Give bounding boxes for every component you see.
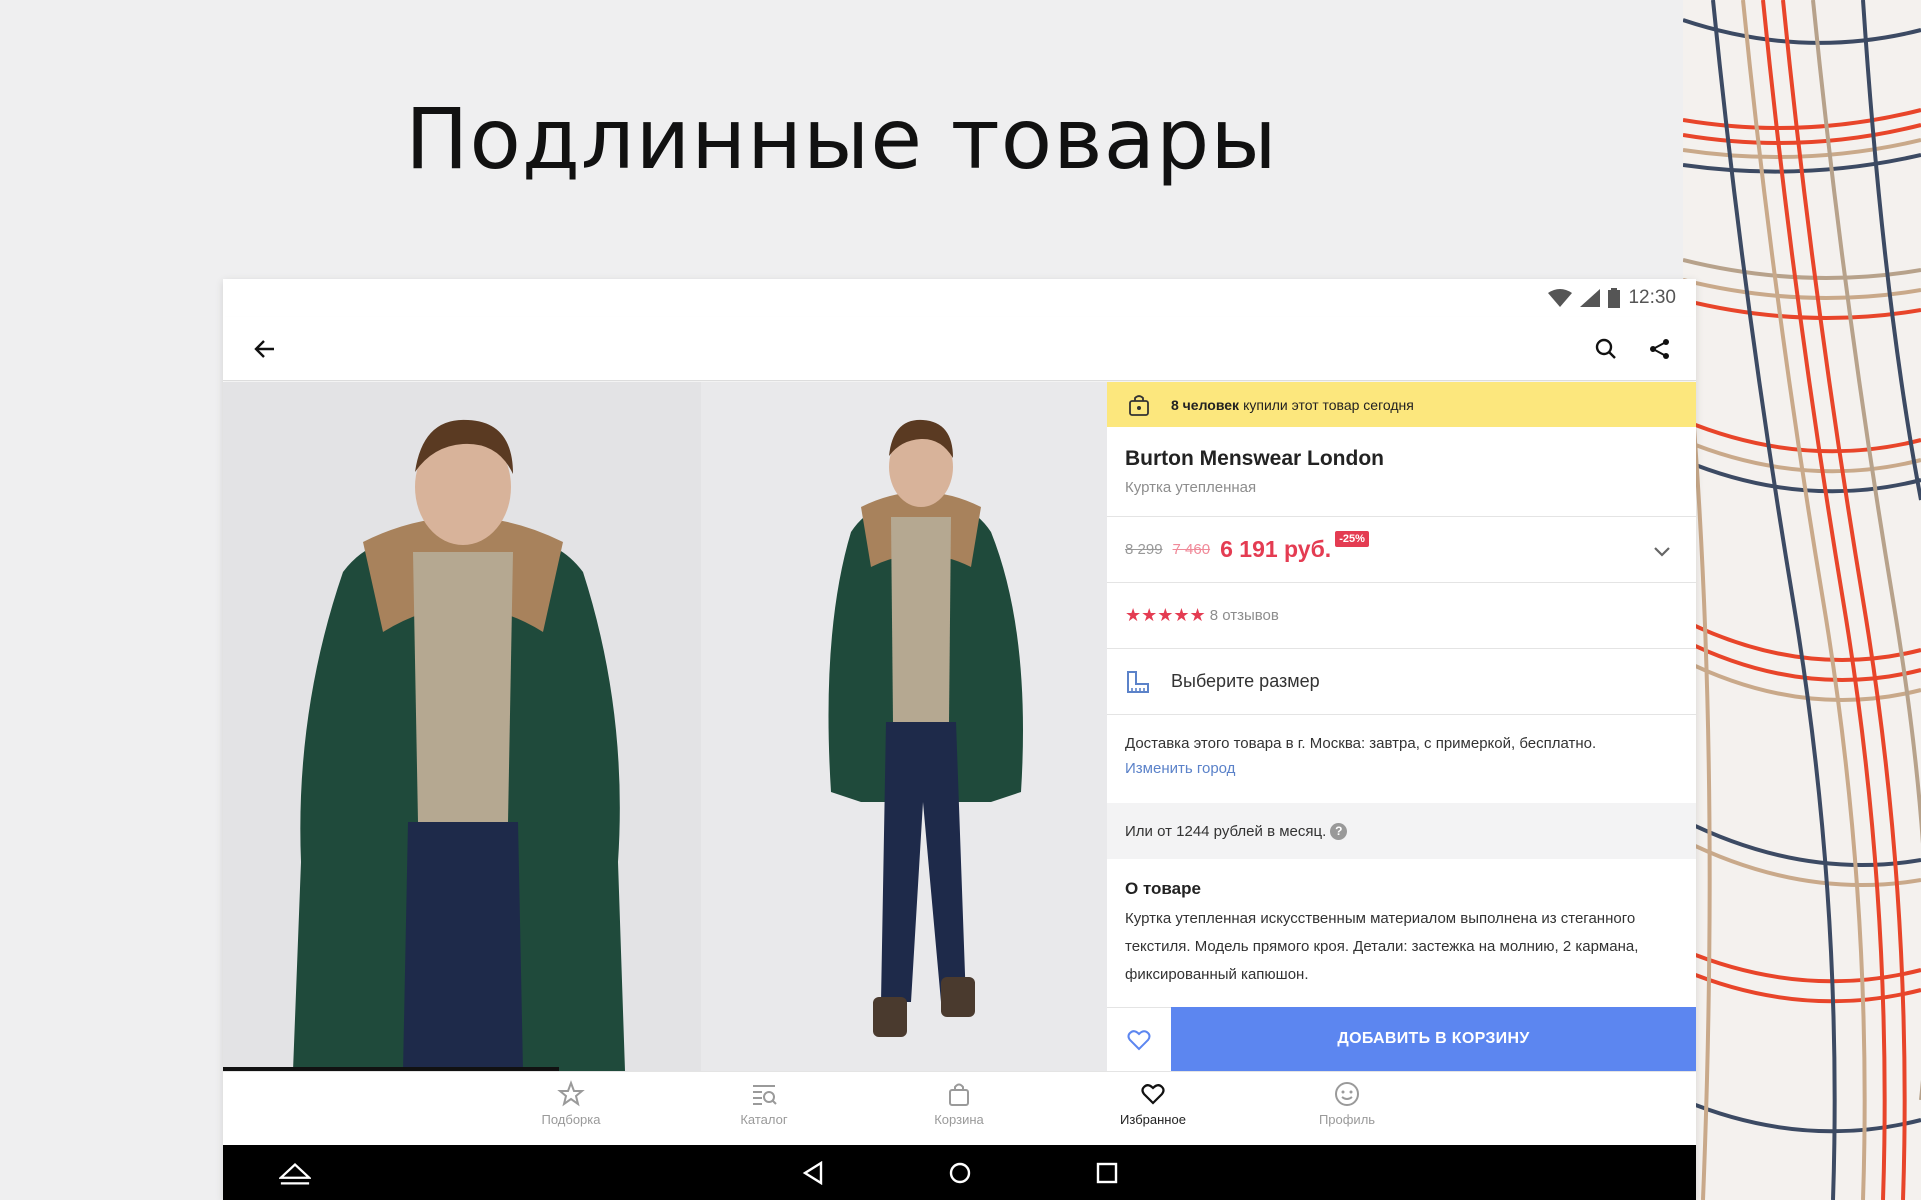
top-toolbar [223, 317, 1696, 381]
size-select-button[interactable]: Выберите размер [1107, 649, 1696, 715]
nav-item-selection[interactable]: Подборка [511, 1080, 631, 1127]
nav-item-profile[interactable]: Профиль [1287, 1080, 1407, 1127]
nav-label-favorites: Избранное [1120, 1112, 1186, 1127]
bag-icon [949, 1083, 969, 1106]
chevron-up-icon [279, 1162, 311, 1185]
size-select-label: Выберите размер [1171, 671, 1320, 691]
delivery-block: Доставка этого товара в г. Москва: завтр… [1107, 715, 1696, 803]
installment-block: Или от 1244 рублей в месяц. ? [1107, 803, 1696, 859]
share-icon [1650, 339, 1669, 359]
triangle-back-icon [802, 1161, 823, 1185]
star-icon [557, 1080, 585, 1107]
delivery-text: Доставка этого товара в г. Москва: завтр… [1125, 735, 1597, 752]
ruler-icon [1127, 670, 1149, 693]
catalog-icon [753, 1085, 777, 1105]
buyers-count: 8 человек [1171, 396, 1240, 413]
heart-icon [1141, 1084, 1165, 1105]
about-block: О товаре Куртка утепленная искусственным… [1107, 859, 1696, 989]
product-gallery[interactable] [223, 382, 1107, 1071]
nav-item-favorites[interactable]: Избранное [1093, 1080, 1213, 1127]
chevron-down-icon[interactable] [1650, 539, 1674, 563]
back-arrow-icon [254, 340, 274, 358]
search-button[interactable] [1588, 331, 1624, 367]
rating-stars: ★★★★★ [1125, 605, 1206, 625]
back-button[interactable] [247, 331, 283, 367]
help-icon[interactable]: ? [1330, 822, 1348, 840]
circle-home-icon [949, 1162, 971, 1184]
heart-icon [1127, 1029, 1151, 1050]
product-subtitle: Куртка утепленная [1125, 479, 1257, 496]
wifi-icon [1548, 289, 1573, 307]
current-price: 6 191 руб. [1220, 536, 1332, 562]
tablet-screen: 12:30 8 человек купили этот товар сегодн… [223, 279, 1696, 1200]
brand-block: Burton Menswear London Куртка утепленная [1107, 427, 1696, 517]
product-info-panel: 8 человек купили этот товар сегодня Burt… [1107, 382, 1696, 1071]
nav-label-catalog: Каталог [740, 1112, 788, 1127]
reviews-count[interactable]: 8 отзывов [1210, 607, 1279, 624]
status-bar: 12:30 [223, 279, 1696, 317]
nav-label-profile: Профиль [1318, 1112, 1376, 1127]
status-time: 12:30 [1628, 287, 1676, 308]
product-photo-full[interactable] [701, 382, 1107, 1071]
buyers-today-banner: 8 человек купили этот товар сегодня [1107, 382, 1696, 427]
signal-icon [1580, 289, 1601, 307]
nav-item-catalog[interactable]: Каталог [704, 1080, 824, 1127]
about-title: О товаре [1125, 879, 1201, 898]
back-system-button[interactable] [797, 1157, 829, 1189]
bottom-navigation: Подборка Каталог Корзина Избранное Профи… [223, 1071, 1696, 1145]
home-system-button[interactable] [944, 1157, 976, 1189]
price-block[interactable]: 8 299 7 460 6 191 руб. -25% [1107, 517, 1696, 583]
recents-system-button[interactable] [1091, 1157, 1123, 1189]
battery-icon [1608, 288, 1621, 308]
product-photo-front[interactable] [223, 382, 701, 1071]
bag-lock-icon [1129, 394, 1149, 416]
brand-name: Burton Menswear London [1125, 447, 1384, 470]
favorite-button[interactable] [1107, 1007, 1171, 1071]
square-recents-icon [1096, 1162, 1118, 1184]
buyers-text: купили этот товар сегодня [1243, 396, 1414, 413]
purchase-action-bar: ДОБАВИТЬ В КОРЗИНУ [1107, 1007, 1696, 1071]
nav-item-cart[interactable]: Корзина [899, 1080, 1019, 1127]
page-headline: Подлинные товары [405, 90, 1278, 188]
discount-badge: -25% [1335, 530, 1369, 547]
share-button[interactable] [1642, 331, 1678, 367]
system-navigation-bar [223, 1145, 1696, 1200]
previous-price: 7 460 [1172, 541, 1211, 558]
nav-label-cart: Корзина [934, 1112, 984, 1127]
rating-block[interactable]: ★★★★★ 8 отзывов [1107, 583, 1696, 649]
hide-nav-button[interactable] [279, 1157, 311, 1189]
add-to-cart-button[interactable]: ДОБАВИТЬ В КОРЗИНУ [1171, 1007, 1696, 1071]
change-city-link[interactable]: Изменить город [1125, 760, 1235, 777]
about-text: Куртка утепленная искусственным материал… [1125, 910, 1639, 983]
original-price: 8 299 [1125, 541, 1163, 558]
installment-text: Или от 1244 рублей в месяц. [1125, 822, 1327, 840]
nav-label-selection: Подборка [541, 1112, 601, 1127]
search-icon [1595, 338, 1616, 359]
decorative-plaid-pattern [1683, 0, 1921, 1200]
smile-icon [1335, 1082, 1359, 1106]
